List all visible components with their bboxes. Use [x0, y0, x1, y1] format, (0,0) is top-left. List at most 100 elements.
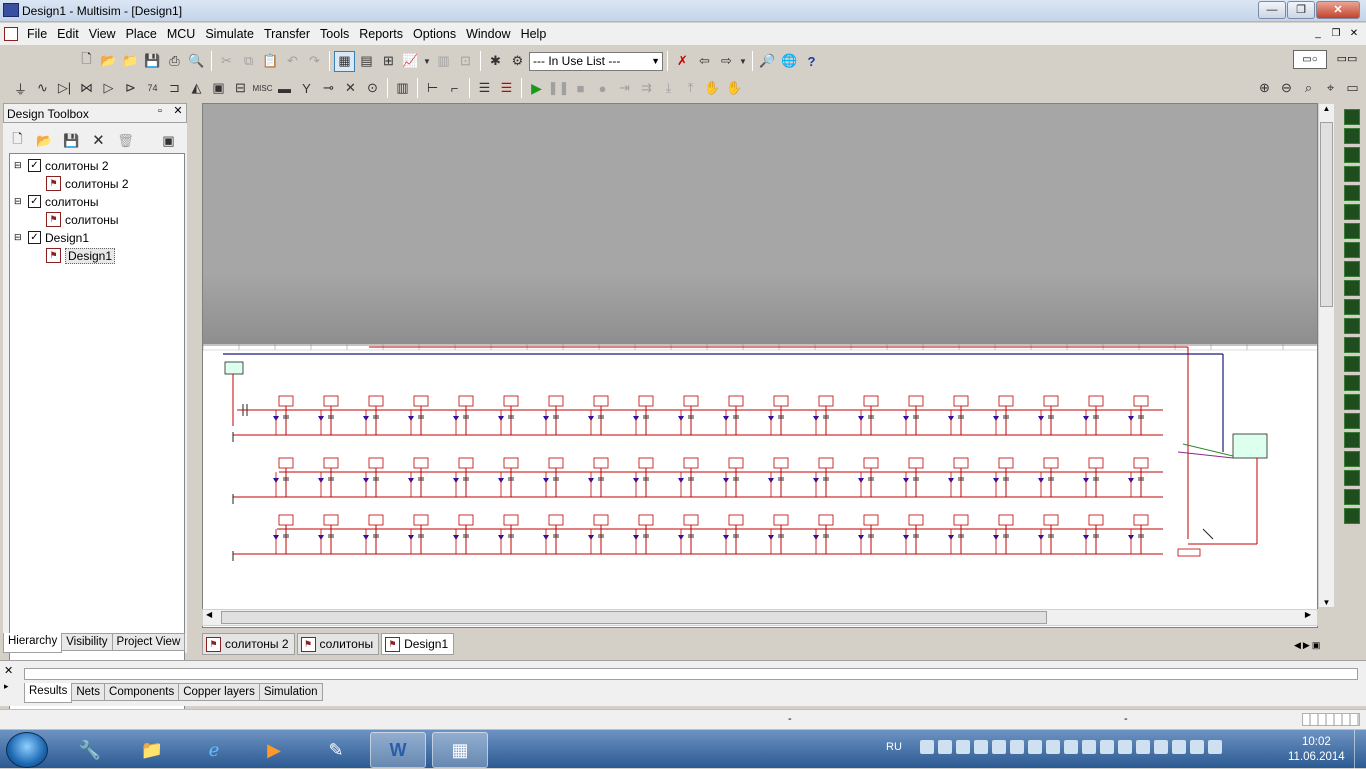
taskbar-tools-icon[interactable]: 🔧 [62, 732, 118, 768]
menu-help[interactable]: Help [516, 24, 552, 44]
instrument-icon[interactable] [1344, 508, 1360, 524]
step-into-icon[interactable]: ⤓ [658, 78, 679, 99]
instrument-icon[interactable] [1344, 204, 1360, 220]
web-icon[interactable]: 🌐 [779, 51, 800, 72]
menu-mcu[interactable]: MCU [162, 24, 200, 44]
taskbar-multisim-icon[interactable]: ▦ [432, 732, 488, 768]
instrument-icon[interactable] [1344, 356, 1360, 372]
component-wizard-icon[interactable]: ✱ [485, 51, 506, 72]
instrument-icon[interactable] [1344, 413, 1360, 429]
mdi-restore-button[interactable]: ❐ [1328, 26, 1344, 41]
tree-node-design1-sheet[interactable]: ⚑ Design1 [46, 247, 116, 264]
vertical-scrollbar[interactable]: ▲ ▼ [1318, 103, 1335, 608]
print-icon[interactable]: ⎙ [164, 51, 185, 72]
taskbar-notes-icon[interactable]: ✎ [308, 732, 364, 768]
zoom-fit-icon[interactable]: ⌖ [1320, 78, 1341, 99]
toolbox-pin-icon[interactable]: ▫ [153, 105, 167, 119]
tab-copper-layers[interactable]: Copper layers [178, 683, 260, 701]
toolbar-options-icon[interactable]: ▭▭ [1332, 50, 1362, 69]
tab-visibility[interactable]: Visibility [61, 633, 113, 651]
place-bus-icon[interactable]: ⊢ [422, 78, 443, 99]
place-power-icon[interactable]: ⊟ [230, 78, 251, 99]
probe-icon[interactable]: ● [592, 78, 613, 99]
place-source-icon[interactable]: ⏚ [10, 78, 31, 99]
instrument-icon[interactable] [1344, 223, 1360, 239]
sheet-tab-solitony[interactable]: ⚑ солитоны [296, 633, 380, 655]
instrument-icon[interactable] [1344, 375, 1360, 391]
spreadsheet-pin-icon[interactable]: ▸ [4, 681, 9, 692]
tree-node-solitony[interactable]: ⊟ ✓ солитоны [14, 193, 99, 210]
backannotate-icon[interactable]: ⇦ [694, 51, 715, 72]
spreadsheet-close-icon[interactable]: ✕ [4, 664, 13, 677]
instrument-icon[interactable] [1344, 128, 1360, 144]
close-button[interactable]: ✕ [1316, 1, 1360, 19]
place-misc-digital-icon[interactable]: ⊐ [164, 78, 185, 99]
menu-transfer[interactable]: Transfer [259, 24, 315, 44]
instrument-icon[interactable] [1344, 242, 1360, 258]
place-analog-icon[interactable]: ▷ [98, 78, 119, 99]
tree-node-solitony2[interactable]: ⊟ ✓ солитоны 2 [14, 157, 109, 174]
undo-icon[interactable]: ↶ [282, 51, 303, 72]
horizontal-scroll-thumb[interactable] [221, 611, 1047, 624]
mdi-close-button[interactable]: ✕ [1346, 26, 1362, 41]
instrument-icon[interactable] [1344, 394, 1360, 410]
sheet-next-icon[interactable]: ▶ [1303, 640, 1310, 651]
erc-check-icon[interactable]: ✗ [672, 51, 693, 72]
taskbar-ie-icon[interactable]: ℯ [186, 732, 242, 768]
fullscreen-icon[interactable]: ▭ [1342, 78, 1363, 99]
print-preview-icon[interactable]: 🔍 [186, 51, 207, 72]
annotate-dropdown-icon[interactable]: ▼ [738, 51, 748, 72]
pause-simulation-icon[interactable]: ❚❚ [548, 78, 570, 99]
show-hierarchy-icon[interactable]: ▣ [158, 130, 179, 151]
place-electromechanical-icon[interactable]: ⊸ [318, 78, 339, 99]
place-hierarchical-block-icon[interactable]: ▥ [392, 78, 413, 99]
horizontal-scrollbar[interactable]: ◀ ▶ [202, 609, 1318, 626]
redo-icon[interactable]: ↷ [304, 51, 325, 72]
minimize-button[interactable]: — [1258, 1, 1286, 19]
step-icon[interactable]: ⇥ [614, 78, 635, 99]
tab-hierarchy[interactable]: Hierarchy [3, 633, 63, 653]
forward-annotate-icon[interactable]: ⇨ [716, 51, 737, 72]
place-rf-icon[interactable]: Y [296, 78, 317, 99]
stop-simulation-icon[interactable]: ■ [570, 78, 591, 99]
instrument-icon[interactable] [1344, 451, 1360, 467]
instrument-icon[interactable] [1344, 280, 1360, 296]
spreadsheet-icon[interactable]: ☰ [496, 78, 517, 99]
sheet-tab-design1[interactable]: ⚑ Design1 [381, 633, 455, 655]
cut-icon[interactable]: ✂ [216, 51, 237, 72]
step-out-icon[interactable]: ⤒ [680, 78, 701, 99]
place-diode-icon[interactable]: ▷| [54, 78, 75, 99]
paste-icon[interactable]: 📋 [260, 51, 281, 72]
toggle-spreadsheet-icon[interactable]: ▤ [356, 51, 377, 72]
menu-simulate[interactable]: Simulate [200, 24, 259, 44]
tab-components[interactable]: Components [104, 683, 180, 701]
instrument-icon[interactable] [1344, 147, 1360, 163]
instrument-icon[interactable] [1344, 318, 1360, 334]
instrument-icon[interactable] [1344, 166, 1360, 182]
taskbar-media-icon[interactable]: ▶ [246, 732, 302, 768]
instrument-panel-icon[interactable]: ▭○ [1293, 50, 1327, 69]
tab-nets[interactable]: Nets [71, 683, 106, 701]
zoom-out-icon[interactable]: ⊖ [1276, 78, 1297, 99]
mdi-minimize-button[interactable]: _ [1310, 26, 1326, 41]
tree-node-solitony2-sheet[interactable]: ⚑ солитоны 2 [46, 175, 129, 192]
restore-button[interactable]: ❐ [1287, 1, 1315, 19]
tree-node-solitony-sheet[interactable]: ⚑ солитоны [46, 211, 119, 228]
instrument-icon[interactable] [1344, 337, 1360, 353]
place-mixed-icon[interactable]: ◭ [186, 78, 207, 99]
place-mcu-icon[interactable]: ⊙ [362, 78, 383, 99]
copy-icon[interactable]: ⧉ [238, 51, 259, 72]
open-sample-icon[interactable]: 📁 [120, 51, 141, 72]
schematic-workspace[interactable] [202, 103, 1318, 628]
zoom-area-icon[interactable]: ⌕ [1298, 78, 1319, 99]
sheet-list-icon[interactable]: ▣ [1312, 640, 1321, 651]
breadboard-icon[interactable]: ☰ [474, 78, 495, 99]
remove-breakpoints-icon[interactable]: ✋ [724, 78, 745, 99]
show-desktop-button[interactable] [1354, 730, 1366, 769]
step-over-icon[interactable]: ⇉ [636, 78, 657, 99]
toggle-design-toolbox-icon[interactable]: ▦ [334, 50, 355, 72]
rename-icon[interactable]: ⚙ [507, 51, 528, 72]
tab-project-view[interactable]: Project View [111, 633, 186, 651]
new-file-icon[interactable]: 🗋 [76, 51, 97, 72]
postprocessor-icon[interactable]: ▥ [433, 51, 454, 72]
